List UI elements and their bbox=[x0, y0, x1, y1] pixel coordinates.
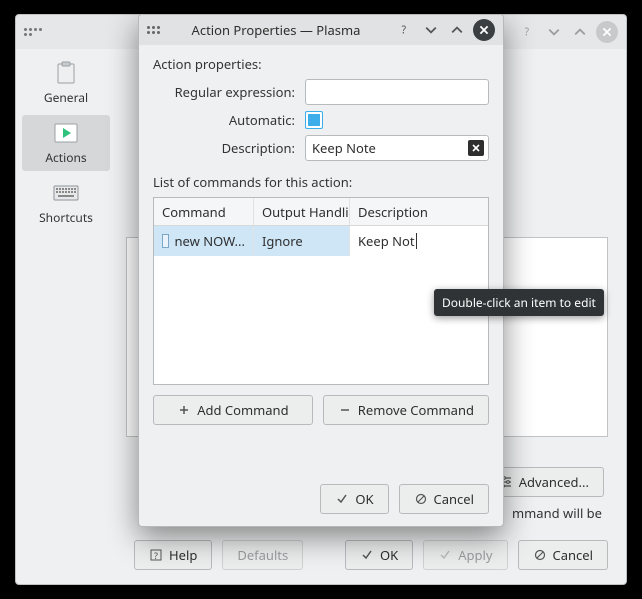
sidebar-item-label: General bbox=[44, 89, 88, 106]
help-icon[interactable]: ? bbox=[395, 20, 415, 40]
close-icon[interactable] bbox=[473, 19, 495, 41]
button-label: Cancel bbox=[434, 490, 474, 508]
button-label: Defaults bbox=[237, 546, 288, 564]
settings-sidebar: General Actions Shortcuts bbox=[16, 49, 116, 584]
regex-input[interactable] bbox=[305, 79, 489, 105]
col-description[interactable]: Description bbox=[350, 198, 488, 225]
sidebar-item-shortcuts[interactable]: Shortcuts bbox=[22, 175, 110, 231]
cell-handling: Ignore bbox=[262, 232, 303, 250]
sidebar-item-actions[interactable]: Actions bbox=[22, 115, 110, 171]
keyboard-icon bbox=[51, 180, 81, 206]
clipboard-icon bbox=[51, 60, 81, 86]
table-row[interactable]: new NOW... Ignore Keep Not bbox=[154, 226, 488, 256]
help-icon[interactable]: ? bbox=[518, 22, 538, 42]
minus-icon bbox=[338, 403, 352, 417]
button-label: Help bbox=[169, 546, 197, 564]
cancel-icon bbox=[414, 492, 428, 506]
editing-value: Keep Not bbox=[358, 232, 415, 250]
button-label: Remove Command bbox=[358, 401, 474, 419]
play-icon bbox=[51, 120, 81, 146]
cancel-icon bbox=[533, 548, 547, 562]
dialog-titlebar[interactable]: Action Properties — Plasma ? bbox=[139, 15, 503, 45]
table-header: Command Output Handlin Description bbox=[154, 198, 488, 226]
col-command[interactable]: Command bbox=[154, 198, 254, 225]
ok-button[interactable]: OK bbox=[345, 540, 413, 570]
help-icon: ? bbox=[149, 548, 163, 562]
automatic-checkbox[interactable] bbox=[305, 111, 323, 129]
new-item-icon bbox=[162, 234, 169, 248]
window-grip-icon bbox=[147, 26, 163, 34]
defaults-button: Defaults bbox=[222, 540, 303, 570]
chevron-up-icon[interactable] bbox=[570, 22, 590, 42]
col-output-handling[interactable]: Output Handlin bbox=[254, 198, 350, 225]
dialog-cancel-button[interactable]: Cancel bbox=[399, 484, 489, 514]
button-label: Advanced... bbox=[519, 473, 589, 491]
window-grip-icon bbox=[24, 26, 42, 38]
remove-command-button[interactable]: Remove Command bbox=[323, 395, 489, 425]
button-label: Add Command bbox=[197, 401, 288, 419]
check-icon bbox=[360, 548, 374, 562]
sidebar-item-label: Actions bbox=[45, 149, 86, 166]
text-caret-icon bbox=[416, 233, 417, 249]
button-label: Apply bbox=[458, 546, 492, 564]
button-label: OK bbox=[355, 490, 373, 508]
section-heading: Action properties: bbox=[153, 55, 489, 73]
dialog-ok-button[interactable]: OK bbox=[320, 484, 388, 514]
cell-description-editing[interactable]: Keep Not bbox=[358, 232, 480, 250]
check-icon bbox=[438, 548, 452, 562]
svg-text:?: ? bbox=[154, 549, 158, 561]
close-icon[interactable] bbox=[596, 21, 618, 43]
automatic-label: Automatic: bbox=[153, 111, 305, 129]
hint-text: mmand will be bbox=[512, 504, 602, 522]
parent-button-row: ? Help Defaults OK bbox=[134, 540, 608, 570]
description-label: Description: bbox=[153, 139, 305, 157]
chevron-down-icon[interactable] bbox=[544, 22, 564, 42]
apply-button: Apply bbox=[423, 540, 507, 570]
input-value: Keep Note bbox=[312, 139, 376, 157]
list-heading: List of commands for this action: bbox=[153, 173, 489, 191]
chevron-up-icon[interactable] bbox=[447, 20, 467, 40]
button-label: OK bbox=[380, 546, 398, 564]
regex-label: Regular expression: bbox=[153, 83, 305, 101]
cancel-button[interactable]: Cancel bbox=[518, 540, 608, 570]
sidebar-item-label: Shortcuts bbox=[39, 209, 93, 226]
svg-text:?: ? bbox=[525, 26, 530, 40]
button-label: Cancel bbox=[553, 546, 593, 564]
tooltip: Double-click an item to edit bbox=[434, 289, 604, 316]
sidebar-item-general[interactable]: General bbox=[22, 55, 110, 111]
svg-text:?: ? bbox=[402, 24, 407, 38]
help-button[interactable]: ? Help bbox=[134, 540, 212, 570]
check-icon bbox=[335, 492, 349, 506]
add-command-button[interactable]: Add Command bbox=[153, 395, 313, 425]
chevron-down-icon[interactable] bbox=[421, 20, 441, 40]
cell-command: new NOW... bbox=[175, 232, 246, 250]
dialog-title: Action Properties — Plasma bbox=[163, 21, 389, 39]
action-properties-dialog: Action Properties — Plasma ? Action prop… bbox=[138, 14, 504, 527]
clear-icon[interactable] bbox=[468, 140, 484, 156]
description-input[interactable]: Keep Note bbox=[305, 135, 489, 161]
plus-icon bbox=[177, 403, 191, 417]
